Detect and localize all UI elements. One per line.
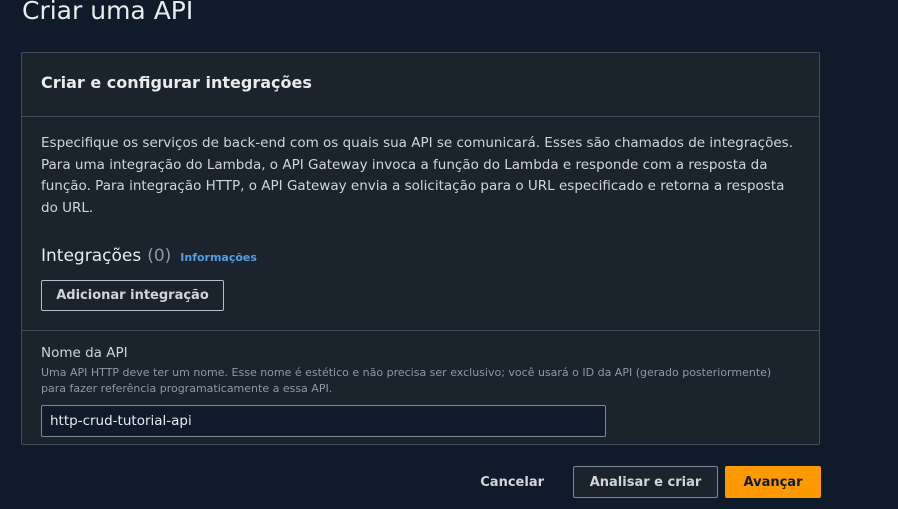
api-name-field: Nome da API Uma API HTTP deve ter um nom… [22, 331, 819, 437]
next-button[interactable]: Avançar [725, 466, 821, 498]
page-title: Criar uma API [22, 0, 194, 25]
review-create-button[interactable]: Analisar e criar [573, 466, 718, 498]
integrations-count: (0) [147, 246, 172, 266]
integrations-panel: Criar e configurar integrações Especifiq… [21, 52, 820, 445]
info-link[interactable]: Informações [180, 251, 257, 264]
integrations-header: Integrações (0) Informações [41, 246, 800, 266]
footer-actions: Cancelar Analisar e criar Avançar [480, 466, 821, 498]
panel-description: Especifique os serviços de back-end com … [41, 135, 793, 216]
panel-header: Criar e configurar integrações [22, 53, 819, 117]
panel-body: Especifique os serviços de back-end com … [22, 117, 819, 331]
api-name-label: Nome da API [41, 345, 128, 361]
create-api-page: Criar uma API Criar e configurar integra… [0, 0, 898, 509]
cancel-button[interactable]: Cancelar [480, 475, 544, 490]
integrations-heading: Integrações [41, 246, 142, 266]
api-name-input[interactable] [41, 405, 606, 437]
panel-title: Criar e configurar integrações [41, 73, 312, 92]
api-name-description: Uma API HTTP deve ter um nome. Esse nome… [41, 366, 772, 395]
add-integration-button[interactable]: Adicionar integração [41, 280, 224, 311]
